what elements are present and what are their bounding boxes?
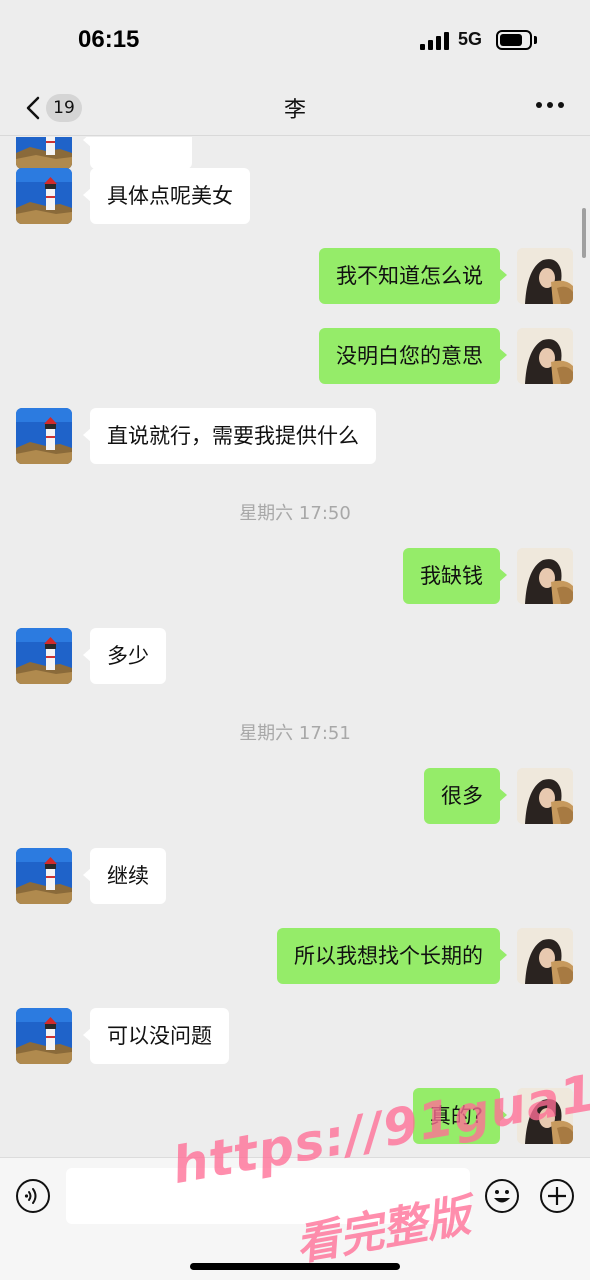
message-bubble-incoming[interactable]: 多少 (83, 628, 166, 684)
chat-header: 19 李 (0, 80, 590, 136)
contact-avatar[interactable] (16, 848, 72, 904)
my-avatar[interactable] (517, 928, 573, 984)
my-avatar[interactable] (517, 328, 573, 384)
battery-cap (534, 36, 537, 44)
emoji-icon[interactable] (484, 1178, 520, 1214)
message-bubble-outgoing[interactable]: 很多 (424, 768, 507, 824)
message-bubble-outgoing[interactable]: 没明白您的意思 (319, 328, 507, 384)
signal-icon (420, 30, 450, 50)
my-avatar[interactable] (517, 548, 573, 604)
more-dots-icon (536, 102, 542, 108)
input-bar (0, 1157, 590, 1280)
more-options-button[interactable] (536, 102, 566, 110)
time-divider: 星期六 17:51 (239, 723, 351, 744)
contact-avatar[interactable] (16, 137, 72, 169)
message-bubble-incoming[interactable]: 可以没问题 (83, 1008, 229, 1064)
status-time: 06:15 (78, 26, 140, 53)
message-bubble-incoming[interactable] (83, 137, 192, 169)
contact-avatar[interactable] (16, 408, 72, 464)
chat-title: 李 (283, 98, 306, 123)
voice-icon[interactable] (15, 1178, 51, 1214)
contact-avatar[interactable] (16, 628, 72, 684)
status-bar: 06:15 5G (0, 0, 590, 80)
message-bubble-outgoing[interactable]: 真的? (412, 1088, 508, 1144)
scrollbar[interactable] (582, 208, 586, 258)
time-divider: 星期六 17:50 (239, 503, 351, 524)
plus-icon[interactable] (539, 1178, 575, 1214)
message-list[interactable]: 具体点呢美女我不知道怎么说 没明白您的意思直说就行，需要我提供什么星期六 17:5… (0, 137, 590, 1157)
my-avatar[interactable] (517, 248, 573, 304)
battery-icon (496, 30, 532, 50)
message-bubble-outgoing[interactable]: 我缺钱 (403, 548, 507, 604)
contact-avatar[interactable] (16, 1008, 72, 1064)
message-input[interactable] (66, 1168, 470, 1224)
message-bubble-incoming[interactable]: 直说就行，需要我提供什么 (83, 408, 376, 464)
message-bubble-incoming[interactable]: 继续 (83, 848, 166, 904)
message-bubble-outgoing[interactable]: 我不知道怎么说 (319, 248, 507, 304)
message-bubble-outgoing[interactable]: 所以我想找个长期的 (277, 928, 507, 984)
home-indicator[interactable] (190, 1263, 400, 1270)
my-avatar[interactable] (517, 1088, 573, 1144)
contact-avatar[interactable] (16, 168, 72, 224)
message-bubble-incoming[interactable]: 具体点呢美女 (83, 168, 250, 224)
my-avatar[interactable] (517, 768, 573, 824)
network-type: 5G (458, 29, 483, 49)
